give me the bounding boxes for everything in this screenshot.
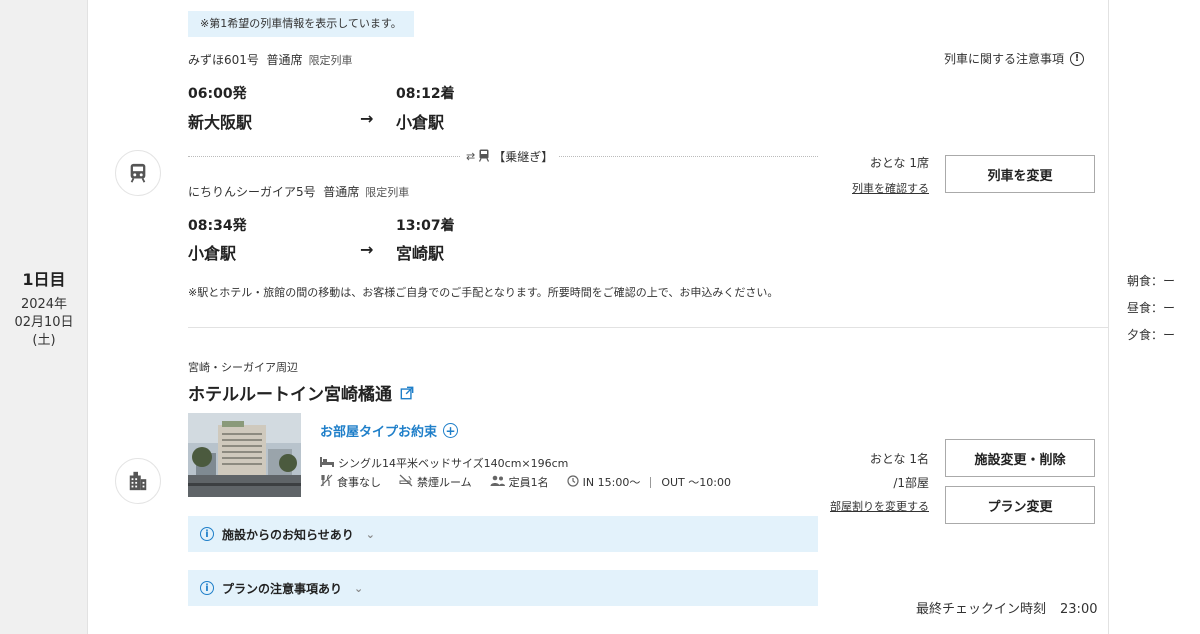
train-leg1-arrow: → — [360, 109, 374, 128]
train-leg2-to-station: 宮崎駅 — [396, 244, 445, 263]
plus-circle-icon: + — [443, 423, 459, 438]
last-checkin: 最終チェックイン時刻 23:00 — [916, 598, 1097, 617]
room-type-link[interactable]: お部屋タイプお約束 + — [320, 421, 459, 440]
train-leg1-arrival-time: 08:12着 — [396, 86, 455, 102]
train-leg2-arrow: → — [360, 240, 374, 259]
checkout-time: OUT 〜10:00 — [661, 476, 731, 489]
train-passengers: おとな 1席 — [869, 156, 929, 170]
transfer-text: 【乗継ぎ】 — [493, 150, 554, 164]
meal-divider — [1108, 0, 1109, 634]
divider — [650, 476, 652, 488]
train-leg1-to-station: 小倉駅 — [396, 113, 445, 132]
train-leg1-name: みずほ601号 — [188, 53, 259, 67]
facility-notice-toggle[interactable]: i 施設からのお知らせあり ⌄ — [188, 516, 818, 552]
info-icon: i — [200, 581, 214, 595]
meal-info: 食事なし — [337, 476, 381, 489]
facility-notice-label: 施設からのお知らせあり — [222, 527, 354, 542]
change-train-button[interactable]: 列車を変更 — [945, 155, 1095, 193]
hotel-guests: おとな 1名 — [869, 452, 929, 466]
info-icon: ! — [1070, 51, 1084, 66]
smoking-info: 禁煙ルーム — [417, 476, 472, 489]
capacity-info: 定員1名 — [508, 476, 549, 489]
meal-dinner: 夕食：ー — [1127, 328, 1176, 342]
train-leg2-limited: 限定列車 — [365, 186, 410, 199]
hotel-photo[interactable] — [188, 413, 301, 497]
check-train-link[interactable]: 列車を確認する — [852, 180, 929, 196]
train-icon — [115, 150, 161, 196]
train-leg2-arrival-time: 13:07着 — [396, 218, 455, 234]
room-features-row: 食事なし 禁煙ルーム 定員1名 IN 15:00〜 OUT 〜10:00 — [320, 474, 731, 490]
last-checkin-label: 最終チェックイン時刻 — [916, 602, 1047, 617]
no-smoking-icon — [399, 474, 413, 490]
no-meal-icon — [320, 474, 333, 490]
building-icon — [115, 458, 161, 504]
hotel-rooms: /1部屋 — [893, 476, 929, 490]
transfer-train-icon — [478, 149, 490, 165]
day-weekday: (土) — [32, 333, 56, 348]
transfer-label: ⇄ 【乗継ぎ】 — [460, 148, 560, 165]
change-room-allocation-link[interactable]: 部屋割りを変更する — [830, 498, 929, 514]
train-leg2-seat: 普通席 — [323, 185, 360, 199]
transfer-footnote: ※駅とホテル・旅館の間の移動は、お客様ご自身でのご手配となります。所要時間をご確… — [188, 286, 779, 299]
info-icon: i — [200, 527, 214, 541]
plan-notice-toggle[interactable]: i プランの注意事項あり ⌄ — [188, 570, 818, 606]
plan-notice-label: プランの注意事項あり — [222, 581, 343, 596]
train-leg1-limited: 限定列車 — [308, 54, 353, 67]
people-icon — [490, 475, 505, 489]
train-caution-link[interactable]: 列車に関する注意事項 ! — [944, 50, 1084, 67]
clock-icon — [567, 474, 579, 490]
train-leg1-line: みずほ601号 普通席 限定列車 — [188, 51, 353, 68]
section-separator — [188, 327, 1108, 328]
hotel-area: 宮崎・シーガイア周辺 — [188, 361, 298, 374]
train-leg2-name: にちりんシーガイア5号 — [188, 185, 316, 199]
train-leg1-from-station: 新大阪駅 — [188, 113, 253, 132]
swap-icon: ⇄ — [466, 150, 476, 163]
day-month-date: 02月10日 — [14, 315, 74, 330]
train-caution-label: 列車に関する注意事項 — [943, 52, 1064, 66]
day-number: 1日目 — [22, 270, 66, 289]
room-type-label: お部屋タイプお約束 — [320, 425, 438, 440]
train-leg2-from-station: 小倉駅 — [188, 244, 237, 263]
change-plan-button[interactable]: プラン変更 — [945, 486, 1095, 524]
hotel-name: ホテルルートイン宮崎橘通 — [188, 385, 392, 405]
change-facility-button[interactable]: 施設変更・削除 — [945, 439, 1095, 477]
checkin-time: IN 15:00〜 — [582, 476, 641, 489]
chevron-down-icon: ⌄ — [365, 527, 375, 541]
train-leg2-line: にちりんシーガイア5号 普通席 限定列車 — [188, 183, 409, 200]
meal-lunch: 昼食：ー — [1127, 301, 1176, 315]
hotel-name-link[interactable]: ホテルルートイン宮崎橘通 — [188, 380, 414, 405]
train-leg1-departure-time: 06:00発 — [188, 86, 247, 102]
external-link-icon — [400, 386, 414, 399]
room-details-row: シングル14平米ベッドサイズ140cm×196cm — [320, 455, 568, 471]
chevron-down-icon: ⌄ — [354, 581, 364, 595]
last-checkin-time: 23:00 — [1060, 602, 1098, 617]
train-leg1-seat: 普通席 — [266, 53, 303, 67]
day-year: 2024年 — [20, 297, 68, 312]
day-date: 2024年 02月10日 (土) — [0, 296, 88, 350]
room-description: シングル14平米ベッドサイズ140cm×196cm — [338, 457, 569, 470]
day-column: 1日目 2024年 02月10日 (土) — [0, 0, 88, 634]
first-choice-note: ※第1希望の列車情報を表示しています。 — [188, 11, 414, 37]
bed-icon — [320, 456, 334, 470]
meal-breakfast: 朝食：ー — [1127, 274, 1176, 288]
train-leg2-departure-time: 08:34発 — [188, 218, 247, 234]
